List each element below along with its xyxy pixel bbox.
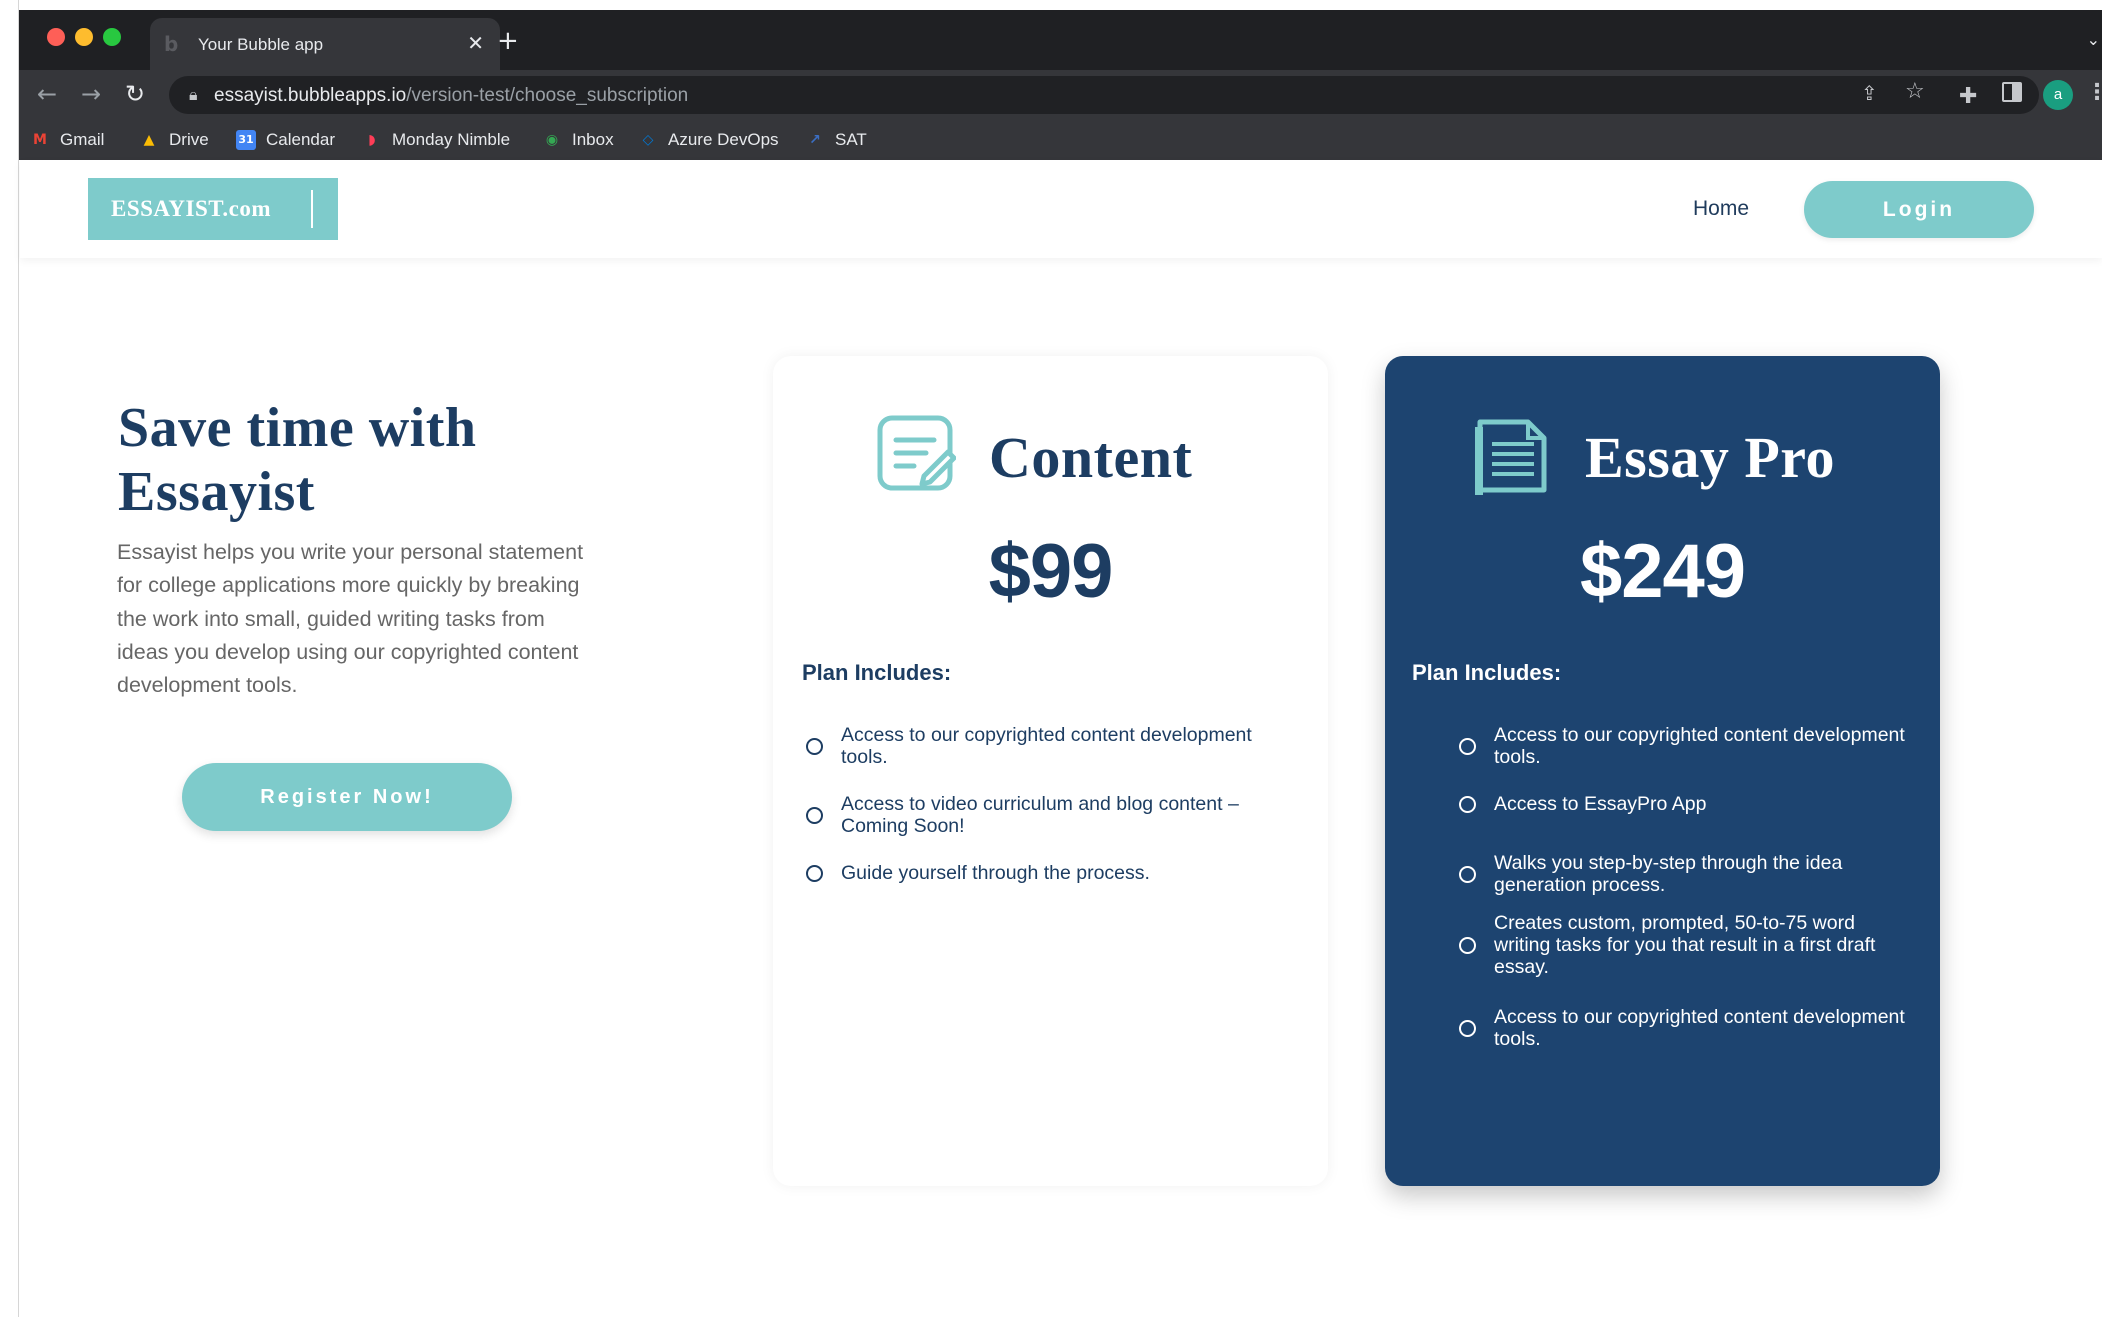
plan-feature-item: Access to EssayPro App <box>1459 793 1909 815</box>
plan-feature-item: Access to video curriculum and blog cont… <box>806 793 1276 837</box>
login-button[interactable]: Login <box>1804 181 2034 238</box>
extensions-puzzle-icon[interactable]: ✚ <box>1959 84 1977 109</box>
radio-circle-icon <box>1459 1019 1476 1037</box>
bookmark-sat[interactable]: ↗ SAT <box>805 126 867 154</box>
feature-text: Creates custom, prompted, 50-to-75 word … <box>1494 912 1876 978</box>
radio-circle-icon <box>1459 936 1476 954</box>
maximize-window-button[interactable] <box>103 28 121 46</box>
plan-card-essay-pro[interactable]: Essay Pro $249 Plan Includes: Access to … <box>1385 356 1940 1186</box>
bookmark-azure-devops[interactable]: ◇ Azure DevOps <box>638 126 779 154</box>
screen-left-margin <box>0 0 19 1317</box>
feature-text: Walks you step-by-step through the idea … <box>1494 852 1843 896</box>
browser-menu-icon[interactable]: ⋮ <box>2086 80 2102 105</box>
url-path: /version-test/choose_subscription <box>406 85 689 106</box>
tab-close-icon[interactable]: ✕ <box>467 31 484 55</box>
bookmark-label: Azure DevOps <box>668 130 779 149</box>
inbox-icon: ◉ <box>545 132 559 148</box>
radio-circle-icon <box>806 864 823 882</box>
tab-search-chevron-icon[interactable]: ⌄ <box>2087 30 2100 49</box>
browser-window-chrome: b Your Bubble app ✕ + ⌄ ← → ↻ 🔒︎ essayis… <box>19 10 2102 160</box>
nav-home-link[interactable]: Home <box>1693 197 1749 221</box>
plan-price: $249 <box>1579 529 1746 614</box>
bookmark-star-icon[interactable]: ☆ <box>1905 79 1925 104</box>
plan-includes-label: Plan Includes: <box>1412 660 1562 685</box>
share-icon[interactable]: ⇪ <box>1861 81 1878 105</box>
bookmark-label: Calendar <box>266 130 335 149</box>
lock-icon[interactable]: 🔒︎ <box>189 85 198 105</box>
sat-icon: ↗ <box>809 132 821 148</box>
close-window-button[interactable] <box>47 28 65 46</box>
bookmark-label: Inbox <box>572 130 614 149</box>
essayist-logo[interactable]: ESSAYIST.com <box>88 178 338 240</box>
url-text[interactable]: essayist.bubbleapps.io/version-test/choo… <box>214 85 688 107</box>
side-panel-icon[interactable] <box>2002 82 2022 102</box>
plan-name: Content <box>989 425 1193 490</box>
bookmark-label: Drive <box>169 130 209 149</box>
calendar-icon: 31 <box>236 130 256 150</box>
plan-feature-item: Access to our copyrighted content develo… <box>1459 1006 1909 1050</box>
radio-circle-icon <box>1459 865 1476 883</box>
plan-feature-item: Access to our copyrighted content develo… <box>806 724 1276 768</box>
bubble-favicon-icon: b <box>164 32 179 56</box>
radio-circle-icon <box>1459 737 1476 755</box>
tab-title: Your Bubble app <box>198 35 324 54</box>
bookmark-label: SAT <box>835 130 867 149</box>
address-bar[interactable]: 🔒︎ essayist.bubbleapps.io/version-test/c… <box>169 76 2039 114</box>
feature-text: Access to our copyrighted content develo… <box>841 724 1252 768</box>
plan-feature-item: Walks you step-by-step through the idea … <box>1459 852 1909 896</box>
site-header: ESSAYIST.com Home Login <box>20 160 2102 258</box>
monday-icon: ◗ <box>368 132 376 148</box>
feature-text: Access to video curriculum and blog cont… <box>841 793 1239 837</box>
bookmarks-bar: M Gmail ▲ Drive 31 Calendar ◗ Monday Nim… <box>19 120 2102 160</box>
radio-circle-icon <box>806 737 823 755</box>
drive-icon: ▲ <box>143 132 155 148</box>
bookmark-label: Gmail <box>60 130 105 149</box>
plan-feature-item: Creates custom, prompted, 50-to-75 word … <box>1459 912 1909 978</box>
register-now-button[interactable]: Register Now! <box>182 763 512 831</box>
document-edit-icon <box>877 415 956 491</box>
url-host: essayist.bubbleapps.io <box>214 85 407 106</box>
bookmark-monday-nimble[interactable]: ◗ Monday Nimble <box>362 126 510 154</box>
bookmark-gmail[interactable]: M Gmail <box>30 126 104 154</box>
radio-circle-icon <box>806 806 823 824</box>
plan-card-content[interactable]: Content $99 Plan Includes: Access to our… <box>773 356 1328 1186</box>
document-lines-icon <box>1475 419 1547 495</box>
feature-text: Access to our copyrighted content develo… <box>1494 1006 1905 1050</box>
feature-text: Access to our copyrighted content develo… <box>1494 724 1905 768</box>
browser-toolbar: ← → ↻ 🔒︎ essayist.bubbleapps.io/version-… <box>19 70 2102 120</box>
hero-description: Essayist helps you write your personal s… <box>117 540 584 698</box>
minimize-window-button[interactable] <box>75 28 93 46</box>
hero-title: Save time with Essayist <box>118 397 477 523</box>
back-arrow-icon[interactable]: ← <box>37 80 57 108</box>
browser-tab[interactable]: b Your Bubble app ✕ <box>150 18 500 70</box>
new-tab-icon[interactable]: + <box>497 26 519 56</box>
profile-avatar[interactable]: a <box>2043 80 2073 110</box>
gmail-icon: M <box>33 132 47 148</box>
feature-text: Access to EssayPro App <box>1494 793 1707 815</box>
feature-text: Guide yourself through the process. <box>841 862 1150 884</box>
plan-feature-item: Guide yourself through the process. <box>806 862 1276 884</box>
bookmark-inbox[interactable]: ◉ Inbox <box>542 126 614 154</box>
reload-icon[interactable]: ↻ <box>125 80 145 108</box>
bookmark-drive[interactable]: ▲ Drive <box>139 126 209 154</box>
plan-name: Essay Pro <box>1585 425 1835 490</box>
bookmark-label: Monday Nimble <box>392 130 511 149</box>
tab-strip: b Your Bubble app ✕ + ⌄ <box>19 10 2102 70</box>
bookmark-calendar[interactable]: 31 Calendar <box>236 126 335 154</box>
logo-cursor-mark <box>311 190 313 228</box>
forward-arrow-icon[interactable]: → <box>81 80 101 108</box>
plan-includes-label: Plan Includes: <box>802 660 952 685</box>
azure-devops-icon: ◇ <box>642 132 654 148</box>
screen-top-margin <box>0 0 2102 10</box>
logo-text: ESSAYIST.com <box>111 196 272 221</box>
radio-circle-icon <box>1459 795 1476 813</box>
plan-feature-item: Access to our copyrighted content develo… <box>1459 724 1909 768</box>
plan-price: $99 <box>988 529 1114 614</box>
